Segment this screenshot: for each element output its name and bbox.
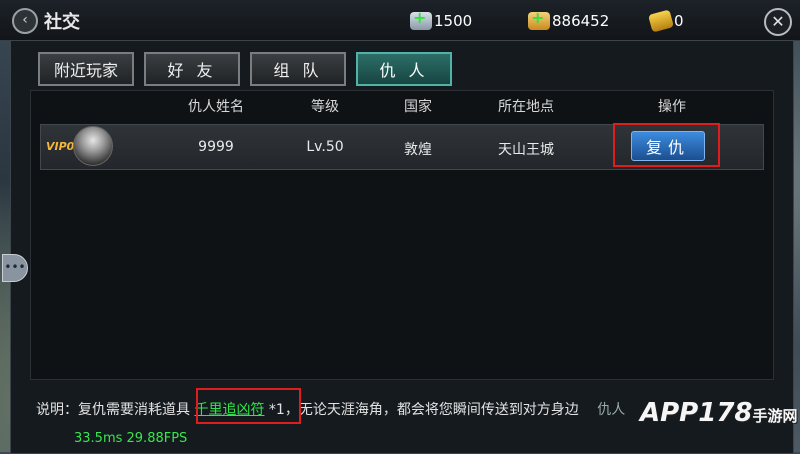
back-button[interactable]: ‹ xyxy=(12,8,38,34)
gold-amount: 886452 xyxy=(552,12,610,30)
column-header-name: 仇人姓名 xyxy=(188,99,244,115)
silver-currency: + 1500 xyxy=(410,8,473,32)
close-button[interactable]: ✕ xyxy=(764,8,792,36)
page-title: 社交 xyxy=(44,12,80,33)
silver-ingot-add-icon[interactable]: + xyxy=(410,8,432,30)
description-tail: 仇人 xyxy=(597,402,626,418)
ellipsis-icon: ••• xyxy=(4,260,26,274)
gold-ingot-add-icon[interactable]: + xyxy=(528,8,550,30)
table-header: 仇人姓名 等级 国家 所在地点 操作 xyxy=(30,94,772,116)
avatar[interactable] xyxy=(73,126,113,166)
tab-enemies[interactable]: 仇 人 xyxy=(356,52,452,86)
gold-currency: + 886452 xyxy=(528,8,610,32)
watermark-brand: APP178 xyxy=(640,398,753,428)
tab-team[interactable]: 组 队 xyxy=(250,52,346,86)
enemy-country: 敦煌 xyxy=(404,142,432,158)
watermark-logo: APP178手游网 xyxy=(640,398,798,428)
enemy-location: 天山王城 xyxy=(498,142,554,158)
tab-friends[interactable]: 好 友 xyxy=(144,52,240,86)
tab-nearby-players[interactable]: 附近玩家 xyxy=(38,52,134,86)
revenge-button-highlight xyxy=(613,123,720,167)
column-header-action: 操作 xyxy=(658,99,686,115)
fps-counter: 33.5ms 29.88FPS xyxy=(74,431,188,446)
vip-badge: VIP0 xyxy=(46,140,75,153)
description-text: 说明：复仇需要消耗道具 千里追凶符 *1，无论天涯海角，都会将您瞬间传送到对方身… xyxy=(36,399,625,419)
tab-bar: 附近玩家 好 友 组 队 仇 人 xyxy=(38,52,452,86)
close-icon: ✕ xyxy=(771,12,785,31)
required-item-highlight xyxy=(196,388,301,424)
ticket-amount: 0 xyxy=(674,12,684,30)
chevron-left-icon: ‹ xyxy=(22,12,28,28)
enemy-level: Lv.50 xyxy=(306,139,344,155)
watermark-sub: 手游网 xyxy=(752,407,798,425)
column-header-country: 国家 xyxy=(404,99,432,115)
column-header-level: 等级 xyxy=(311,99,339,115)
description-suffix: *1，无论天涯海角，都会将您瞬间传送到对方身边 xyxy=(268,402,579,418)
enemy-name: 9999 xyxy=(198,139,234,155)
ticket-icon xyxy=(648,9,674,33)
description-prefix: 说明：复仇需要消耗道具 xyxy=(36,402,190,418)
column-header-location: 所在地点 xyxy=(498,99,554,115)
ticket-currency: 0 xyxy=(648,9,684,33)
silver-amount: 1500 xyxy=(434,12,473,30)
top-bar: ‹ 社交 + 1500 + 886452 0 ✕ xyxy=(0,0,800,41)
